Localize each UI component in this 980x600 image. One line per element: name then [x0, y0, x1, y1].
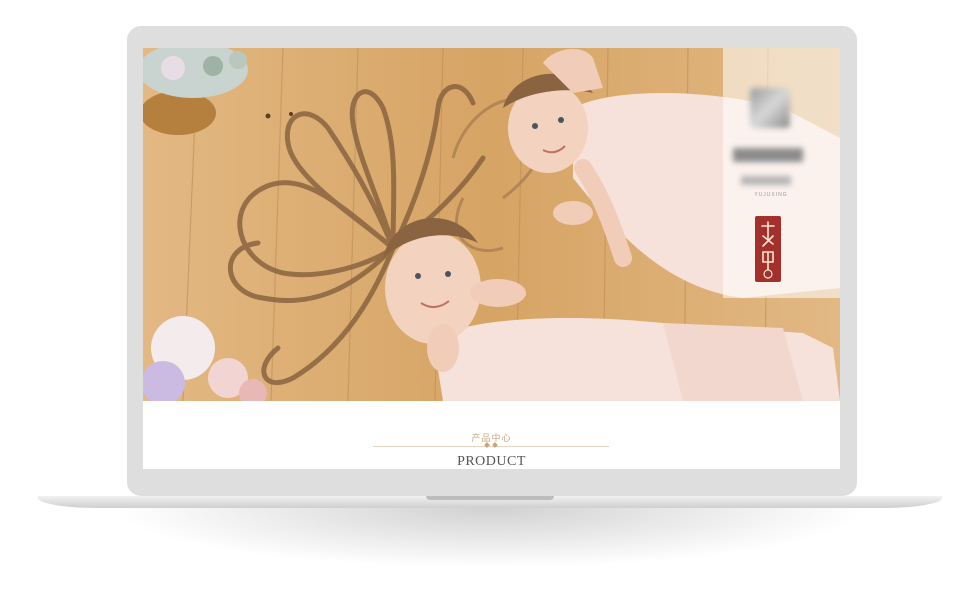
- product-section-header: 产品中心 PRODUCT: [143, 401, 840, 469]
- website-screen: YUJUXING 产品中心 PRODUCT: [143, 48, 840, 469]
- red-seal-logo: [755, 216, 781, 282]
- brand-overlay-panel: [723, 48, 840, 298]
- hero-banner[interactable]: YUJUXING: [143, 48, 840, 401]
- divider-ornament: [483, 442, 499, 450]
- brand-tagline: YUJUXING: [754, 192, 788, 198]
- blurred-brand-name: [733, 148, 803, 162]
- section-title: PRODUCT: [457, 454, 526, 469]
- blurred-logo: [750, 88, 790, 128]
- laptop-shadow: [110, 508, 870, 568]
- laptop-notch: [426, 496, 554, 500]
- blurred-brand-subtitle: [741, 176, 791, 185]
